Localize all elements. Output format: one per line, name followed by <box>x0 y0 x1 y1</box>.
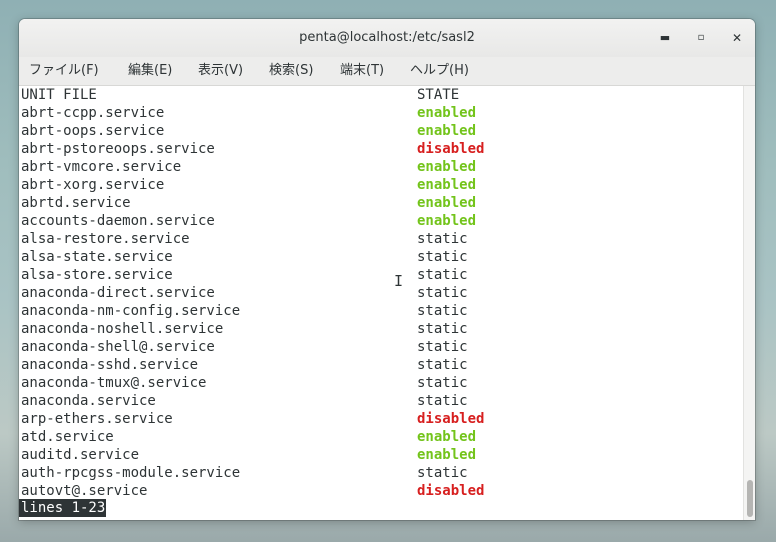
unit-file-name: alsa-store.service <box>21 267 173 283</box>
unit-state: enabled <box>417 447 477 463</box>
unit-state: enabled <box>417 213 477 229</box>
unit-file-name: abrt-oops.service <box>21 123 165 139</box>
unit-file-name: auth-rpcgss-module.service <box>21 465 241 481</box>
unit-state: enabled <box>417 195 477 211</box>
unit-file-name: anaconda-tmux@.service <box>21 375 207 391</box>
scrollbar[interactable] <box>743 86 755 520</box>
table-header: UNIT FILE STATE <box>21 86 459 104</box>
unit-file-name: abrt-xorg.service <box>21 177 165 193</box>
unit-state: static <box>417 339 468 355</box>
unit-file-name: anaconda-shell@.service <box>21 339 215 355</box>
minimize-icon[interactable]: ▬ <box>655 28 675 48</box>
unit-file-name: atd.service <box>21 429 114 445</box>
menu-help[interactable]: ヘルプ(H) <box>406 57 473 85</box>
menu-file[interactable]: ファイル(F) <box>25 57 103 85</box>
menu-search[interactable]: 検索(S) <box>265 57 317 85</box>
close-icon[interactable]: ✕ <box>727 28 747 48</box>
unit-file-name: arp-ethers.service <box>21 411 173 427</box>
menu-edit[interactable]: 編集(E) <box>124 57 176 85</box>
unit-file-name: abrtd.service <box>21 195 131 211</box>
unit-state: enabled <box>417 159 477 175</box>
text-cursor-icon: I <box>394 272 404 290</box>
unit-state: enabled <box>417 177 477 193</box>
unit-file-name: alsa-restore.service <box>21 231 190 247</box>
maximize-icon[interactable]: ▫ <box>691 28 711 48</box>
unit-file-name: anaconda-noshell.service <box>21 321 224 337</box>
unit-file-name: anaconda-direct.service <box>21 285 215 301</box>
unit-state: static <box>417 375 468 391</box>
unit-state: disabled <box>417 483 485 499</box>
pager-status: lines 1-23 <box>19 499 107 517</box>
unit-state: static <box>417 357 468 373</box>
unit-file-name: abrt-ccpp.service <box>21 105 165 121</box>
title-bar[interactable]: penta@localhost:/etc/sasl2 ▬ ▫ ✕ <box>19 19 755 58</box>
unit-file-name: anaconda.service <box>21 393 156 409</box>
state-header: STATE <box>417 87 460 103</box>
unit-file-name: accounts-daemon.service <box>21 213 215 229</box>
terminal-window: penta@localhost:/etc/sasl2 ▬ ▫ ✕ ファイル(F)… <box>19 19 755 520</box>
unit-state: disabled <box>417 411 485 427</box>
menu-view[interactable]: 表示(V) <box>194 57 247 85</box>
menu-bar: ファイル(F) 編集(E) 表示(V) 検索(S) 端末(T) ヘルプ(H) <box>19 57 755 86</box>
unit-state: static <box>417 321 468 337</box>
unit-state: static <box>417 249 468 265</box>
unit-state: enabled <box>417 429 477 445</box>
scrollbar-thumb[interactable] <box>747 480 753 517</box>
unit-state: enabled <box>417 105 477 121</box>
unit-file-name: anaconda-sshd.service <box>21 357 199 373</box>
unit-state: disabled <box>417 141 485 157</box>
unit-file-name: alsa-state.service <box>21 249 173 265</box>
unit-file-header: UNIT FILE <box>21 87 97 103</box>
unit-state: static <box>417 393 468 409</box>
unit-file-name: abrt-vmcore.service <box>21 159 182 175</box>
unit-state: static <box>417 303 468 319</box>
unit-state: static <box>417 285 468 301</box>
unit-file-name: abrt-pstoreoops.service <box>21 141 215 157</box>
unit-file-name: autovt@.service <box>21 483 148 499</box>
unit-state: static <box>417 231 468 247</box>
unit-file-name: anaconda-nm-config.service <box>21 303 241 319</box>
terminal-output[interactable]: UNIT FILE STATE abrt-ccpp.service enabled… <box>19 86 743 520</box>
window-title: penta@localhost:/etc/sasl2 <box>299 30 475 45</box>
unit-state: static <box>417 267 468 283</box>
menu-terminal[interactable]: 端末(T) <box>336 57 388 85</box>
unit-file-name: auditd.service <box>21 447 140 463</box>
unit-state: enabled <box>417 123 477 139</box>
unit-state: static <box>417 465 468 481</box>
